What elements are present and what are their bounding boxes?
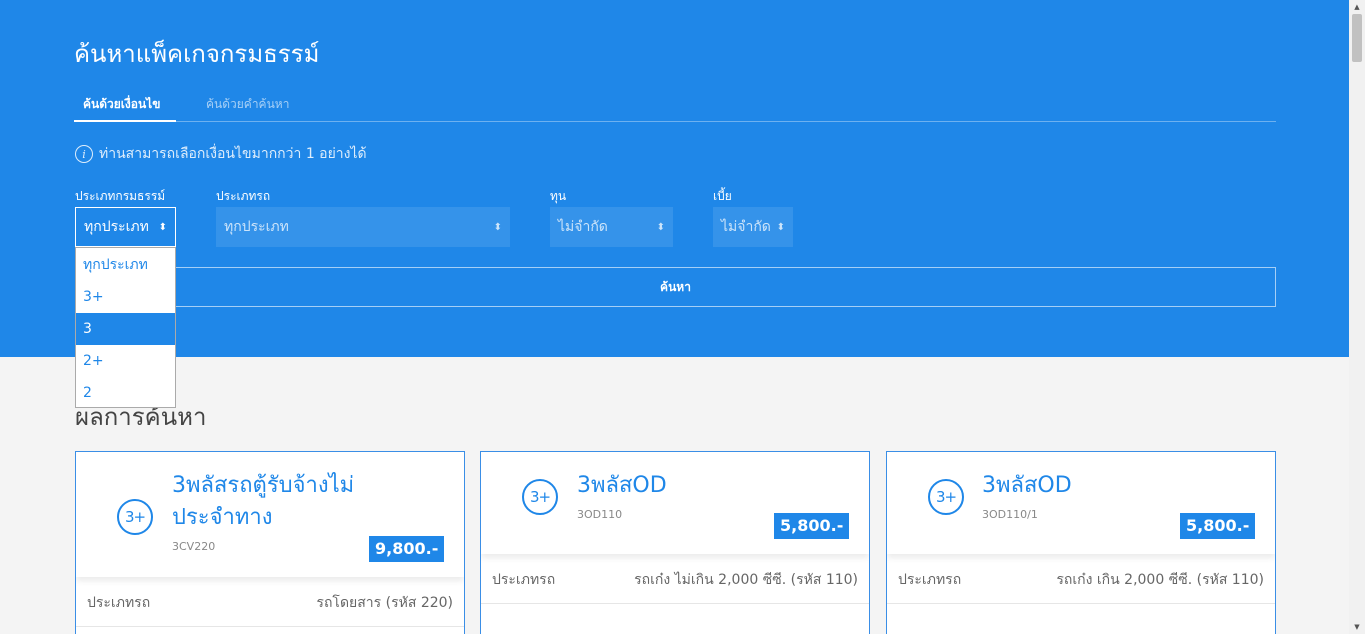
package-title: 3พลัสOD	[577, 473, 667, 498]
search-tabs: ค้นด้วยเงื่อนไข ค้นด้วยคำค้นหา	[74, 90, 1276, 122]
dropdown-option[interactable]: 2	[76, 377, 175, 409]
package-title: 3พลัสรถตู้รับจ้างไม่ประจำทาง	[172, 473, 355, 530]
package-code: 3CV220	[172, 540, 216, 553]
card-header: 3+ 3พลัสรถตู้รับจ้างไม่ประจำทาง 3CV220 9…	[76, 452, 464, 577]
detail-row: ประเภทรถ รถเก๋ง ไม่เกิน 2,000 ซีซี. (รหั…	[481, 556, 869, 604]
dropdown-option[interactable]: 3+	[76, 281, 175, 313]
page-title: ค้นหาแพ็คเกจกรมธรรม์	[74, 40, 320, 68]
sum-insured-select[interactable]: ไม่จำกัด ⬍	[550, 207, 673, 247]
card-header: 3+ 3พลัสOD 3OD110/1 5,800.-	[887, 452, 1275, 554]
active-tab-indicator	[74, 120, 176, 122]
search-hero: ค้นหาแพ็คเกจกรมธรรม์ ค้นด้วยเงื่อนไข ค้น…	[0, 0, 1349, 357]
search-button[interactable]: ค้นหา	[75, 267, 1276, 307]
sum-insured-value: ไม่จำกัด	[558, 219, 608, 235]
page-scrollbar[interactable]: ▲ ▼	[1349, 0, 1365, 634]
package-card[interactable]: 3+ 3พลัสOD 3OD110 5,800.- ประเภทรถ รถเก๋…	[480, 451, 870, 634]
select-arrows-icon: ⬍	[493, 221, 502, 233]
package-code: 3OD110/1	[982, 508, 1038, 521]
dropdown-option-highlighted[interactable]: 3	[76, 313, 175, 345]
car-type-label: ประเภทรถ	[216, 189, 271, 203]
detail-value: รถเก๋ง ไม่เกิน 2,000 ซีซี. (รหัส 110)	[634, 571, 858, 588]
price-badge: 5,800.-	[774, 513, 850, 539]
policy-type-select[interactable]: ทุกประเภท ⬍	[75, 207, 176, 247]
tab-by-condition[interactable]: ค้นด้วยเงื่อนไข	[83, 95, 160, 114]
policy-type-value: ทุกประเภท	[84, 219, 149, 235]
policy-type-dropdown: ทุกประเภท 3+ 3 2+ 2	[75, 247, 176, 408]
scroll-down-arrow-icon[interactable]: ▼	[1349, 620, 1365, 634]
info-text: ท่านสามารถเลือกเงื่อนไขมากกว่า 1 อย่างได…	[99, 146, 367, 162]
select-arrows-icon: ⬍	[158, 221, 167, 233]
detail-row: ประเภทรถ รถเก๋ง เกิน 2,000 ซีซี. (รหัส 1…	[887, 556, 1275, 604]
package-code: 3OD110	[577, 508, 623, 521]
package-title: 3พลัสOD	[982, 473, 1072, 498]
info-message: i ท่านสามารถเลือกเงื่อนไขมากกว่า 1 อย่าง…	[75, 143, 367, 165]
card-header: 3+ 3พลัสOD 3OD110 5,800.-	[481, 452, 869, 554]
select-arrows-icon: ⬍	[656, 221, 665, 233]
detail-label: ประเภทรถ	[87, 594, 151, 611]
premium-label: เบี้ย	[713, 189, 732, 203]
scroll-up-arrow-icon[interactable]: ▲	[1349, 0, 1365, 14]
package-card[interactable]: 3+ 3พลัสรถตู้รับจ้างไม่ประจำทาง 3CV220 9…	[75, 451, 465, 634]
detail-value: รถโดยสาร (รหัส 220)	[316, 594, 453, 611]
detail-label: ประเภทรถ	[898, 571, 962, 588]
dropdown-option[interactable]: 2+	[76, 345, 175, 377]
premium-value: ไม่จำกัด	[721, 219, 771, 235]
dropdown-option[interactable]: ทุกประเภท	[76, 249, 175, 281]
info-icon: i	[75, 145, 93, 163]
tab-by-keyword[interactable]: ค้นด้วยคำค้นหา	[206, 95, 289, 114]
scrollbar-thumb[interactable]	[1352, 14, 1362, 62]
policy-type-label: ประเภทกรมธรรม์	[75, 189, 166, 203]
price-badge: 5,800.-	[1180, 513, 1256, 539]
package-class-badge-icon: 3+	[117, 499, 153, 535]
car-type-select[interactable]: ทุกประเภท ⬍	[216, 207, 510, 247]
detail-value: รถเก๋ง เกิน 2,000 ซีซี. (รหัส 110)	[1056, 571, 1264, 588]
premium-select[interactable]: ไม่จำกัด ⬍	[713, 207, 793, 247]
car-type-value: ทุกประเภท	[224, 219, 289, 235]
price-badge: 9,800.-	[369, 536, 445, 562]
sum-insured-label: ทุน	[550, 189, 567, 203]
package-class-badge-icon: 3+	[522, 479, 558, 515]
package-card[interactable]: 3+ 3พลัสOD 3OD110/1 5,800.- ประเภทรถ รถเ…	[886, 451, 1276, 634]
detail-row: ประเภทรถ รถโดยสาร (รหัส 220)	[76, 579, 464, 627]
package-class-badge-icon: 3+	[928, 479, 964, 515]
select-arrows-icon: ⬍	[776, 221, 785, 233]
detail-label: ประเภทรถ	[492, 571, 556, 588]
